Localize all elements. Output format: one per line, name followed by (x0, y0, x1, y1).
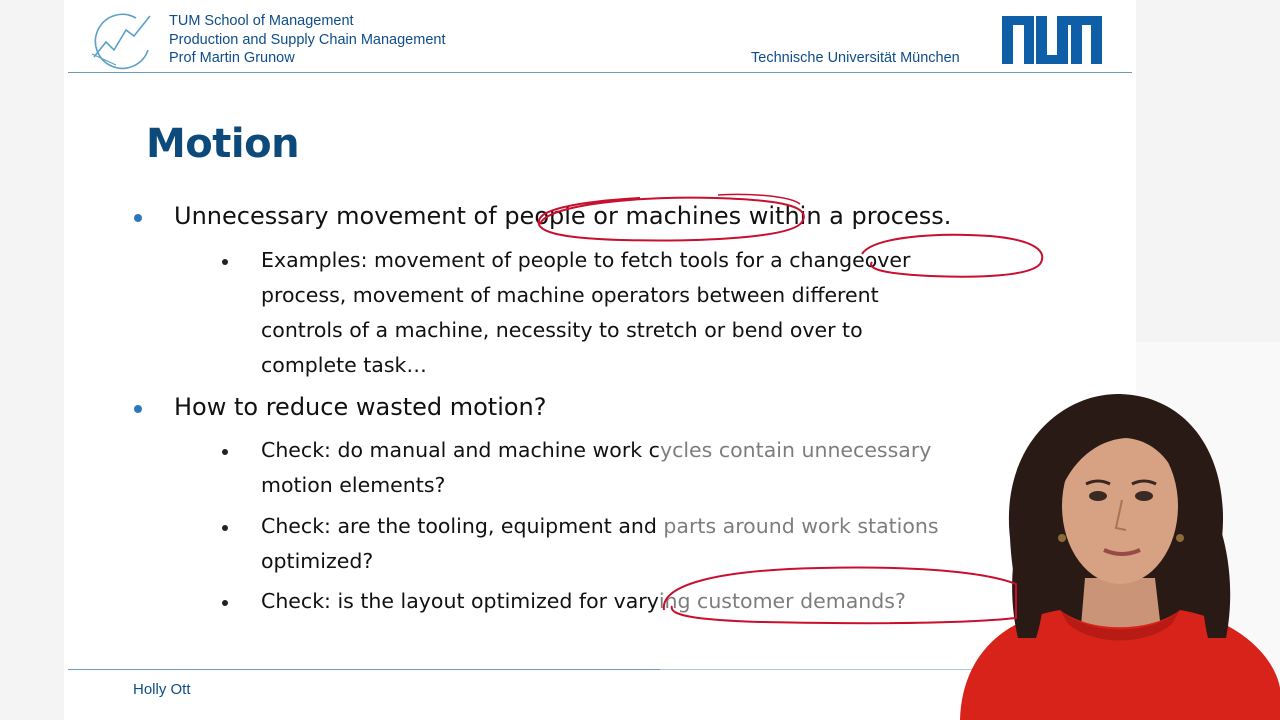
bullet-dot (134, 214, 142, 222)
header-divider (68, 72, 1132, 73)
slide-title: Motion (146, 121, 300, 167)
school-name: TUM School of Management (169, 13, 354, 29)
tum-logo-icon (1002, 16, 1102, 64)
sub-bullet-line: Examples: movement of people to fetch to… (261, 248, 911, 272)
sub-bullet-dot (222, 525, 228, 531)
sub-bullet-line: motion elements? (261, 473, 446, 497)
institution-block: TUM School of Management Production and … (169, 12, 445, 68)
sub-bullet-line: controls of a machine, necessity to stre… (261, 318, 863, 342)
university-name: Technische Universität München (751, 50, 960, 66)
sub-bullet-dot (222, 449, 228, 455)
bullet-text: How to reduce wasted motion? (174, 393, 547, 421)
presenter-video (960, 393, 1280, 720)
sub-bullet-line: complete task… (261, 353, 427, 377)
professor-name: Prof Martin Grunow (169, 50, 295, 66)
chair-name: Production and Supply Chain Management (169, 31, 446, 48)
sub-bullet-line: process, movement of machine operators b… (261, 283, 879, 307)
presenter-name: Holly Ott (133, 681, 191, 698)
sub-bullet-dot (222, 600, 228, 606)
bullet-dot (134, 405, 142, 413)
sub-bullet-dot (222, 259, 228, 265)
sub-bullet-line: optimized? (261, 549, 374, 573)
institution-logo-icon (91, 13, 151, 70)
bullet-text: Unnecessary movement of people or machin… (174, 202, 952, 230)
